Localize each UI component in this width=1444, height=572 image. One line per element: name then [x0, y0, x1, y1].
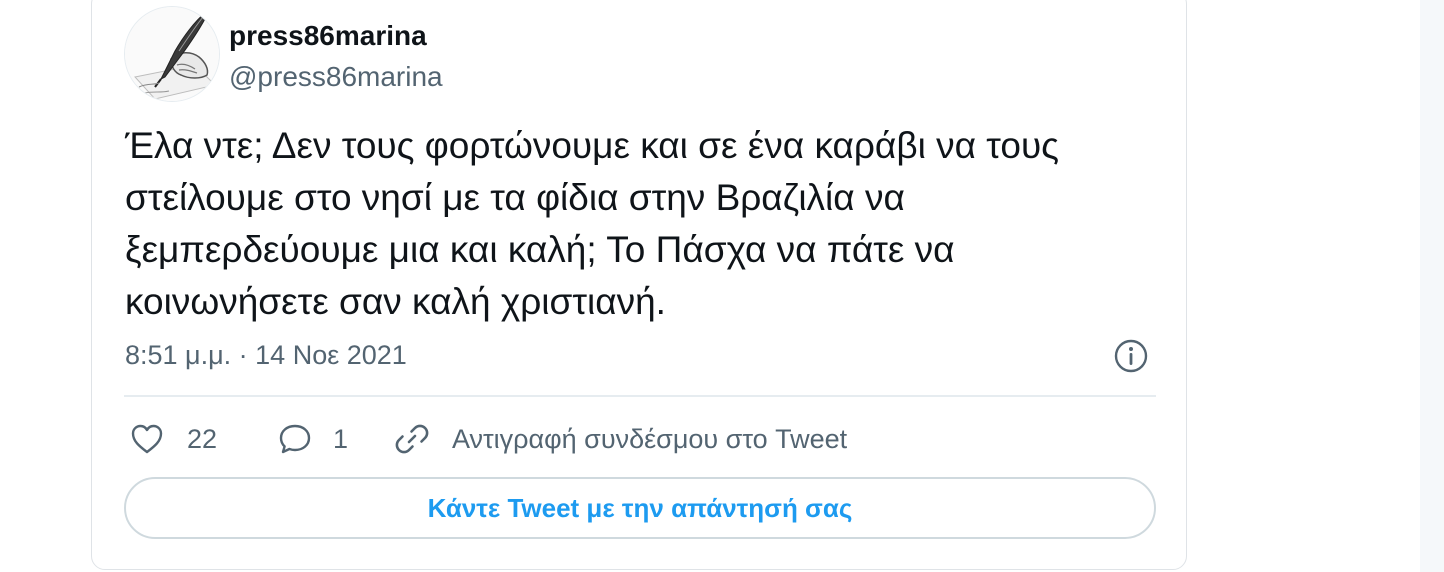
like-button[interactable]: 22 [125, 417, 217, 461]
heart-icon [125, 417, 169, 461]
like-count: 22 [187, 424, 218, 454]
author-display-name[interactable]: press86marina [229, 18, 427, 54]
tweet-text: Έλα ντε; Δεν τους φορτώνουμε και σε ένα … [125, 120, 1135, 328]
speech-bubble-icon [273, 417, 317, 461]
avatar[interactable] [124, 6, 220, 102]
tweet-actions: 22 1 Αντιγραφή συνδέσμου στο Tweet [125, 417, 1155, 461]
side-strip [1420, 0, 1444, 572]
tweet-reply-button[interactable]: Κάντε Tweet με την απάντησή σας [124, 477, 1156, 539]
quill-pen-writing-icon [125, 7, 219, 101]
tweet-text-line: Έλα ντε; Δεν τους φορτώνουμε και σε ένα … [125, 125, 1060, 166]
tweet-text-line: ξεμπερδεύουμε μια και καλή; Το Πάσχα να … [125, 229, 955, 270]
tweet-text-line: κοινωνήσετε σαν καλή χριστιανή. [125, 281, 666, 322]
copy-link-label: Αντιγραφή συνδέσμου στο Tweet [452, 424, 848, 454]
tweet-text-line: στείλουμε στο νησί με τα φίδια στην Βραζ… [125, 177, 905, 218]
info-icon[interactable] [1113, 338, 1149, 374]
copy-link-button[interactable]: Αντιγραφή συνδέσμου στο Tweet [390, 417, 847, 461]
divider [124, 395, 1156, 397]
reply-count: 1 [333, 424, 349, 454]
link-icon [390, 417, 434, 461]
reply-action-button[interactable]: 1 [273, 417, 348, 461]
author-handle[interactable]: @press86marina [229, 59, 443, 95]
tweet-timestamp[interactable]: 8:51 μ.μ. · 14 Νοε 2021 [125, 337, 407, 373]
page: press86marina @press86marina Έλα ντε; Δε… [0, 0, 1444, 572]
